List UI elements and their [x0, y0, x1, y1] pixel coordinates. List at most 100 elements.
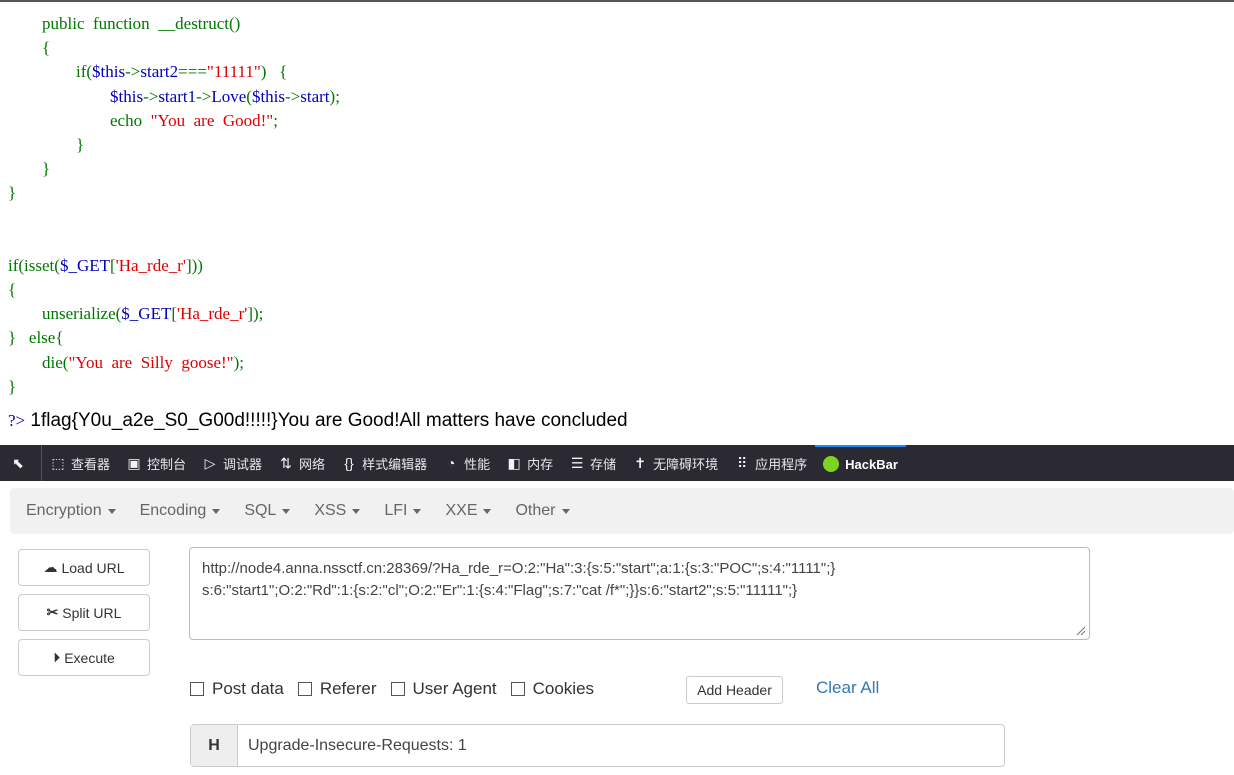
debugger-icon: ▷: [204, 454, 216, 471]
option-user-agent[interactable]: User Agent: [390, 679, 497, 699]
cloud-download-icon: ☁: [43, 559, 58, 575]
tab-label: 样式编辑器: [362, 456, 428, 472]
tab-label: 性能: [464, 456, 491, 472]
code-token: if(: [8, 62, 93, 82]
tab-memory[interactable]: ◧ 内存: [498, 445, 561, 481]
option-label: Post data: [212, 679, 284, 698]
code-token: $_GET: [59, 255, 110, 275]
tab-inspector[interactable]: ⬚ 查看器: [42, 445, 118, 481]
option-label: Cookies: [532, 679, 595, 698]
tab-label: 存储: [590, 456, 617, 472]
resize-handle-icon[interactable]: [1074, 624, 1086, 636]
php-close-tag: ?>: [8, 411, 26, 430]
menu-sql[interactable]: SQL: [236, 502, 298, 520]
code-token: die(: [8, 352, 69, 372]
menu-label: Encryption: [26, 502, 102, 519]
element-picker-button[interactable]: ⬉: [0, 445, 42, 481]
tab-label: 内存: [527, 456, 554, 472]
code-token: {: [8, 38, 51, 58]
execute-button[interactable]: ⏵ Execute: [18, 639, 150, 676]
caret-down-icon: [413, 508, 422, 514]
code-token: $this: [92, 62, 126, 82]
code-token: "You are Good!": [150, 110, 274, 130]
code-token: );: [233, 352, 244, 372]
tab-hackbar-label: HackBar: [845, 456, 898, 472]
request-options: Post data Referer User Agent Cookies: [190, 678, 608, 700]
load-url-button[interactable]: ☁ Load URL: [18, 549, 150, 586]
accessibility-icon: ✝: [634, 454, 646, 471]
option-cookies[interactable]: Cookies: [510, 679, 595, 699]
code-token: ]);: [247, 304, 264, 324]
tab-label: 调试器: [223, 456, 263, 472]
tab-application[interactable]: ⠿ 应用程序: [726, 445, 815, 481]
code-token: ===: [178, 62, 207, 82]
menu-other[interactable]: Other: [507, 502, 577, 520]
tab-console[interactable]: ▣ 控制台: [118, 445, 194, 481]
caret-down-icon: [352, 508, 361, 514]
caret-down-icon: [483, 508, 492, 514]
code-line: if(isset($_GET['Ha_rde_r'])): [8, 254, 340, 278]
code-token: $this: [251, 86, 286, 106]
code-token: ])): [185, 255, 203, 275]
menu-encryption[interactable]: Encryption: [18, 502, 124, 520]
checkbox[interactable]: [297, 682, 312, 696]
code-token: ->: [285, 86, 301, 106]
tab-hackbar[interactable]: HackBar: [815, 445, 906, 481]
code-token: }: [8, 183, 17, 203]
menu-label: Other: [515, 502, 556, 519]
tab-debugger[interactable]: ▷ 调试器: [194, 445, 270, 481]
menu-encoding[interactable]: Encoding: [132, 502, 229, 520]
checkbox[interactable]: [190, 682, 204, 696]
option-post-data[interactable]: Post data: [190, 679, 284, 699]
option-label: Referer: [319, 679, 377, 698]
code-token: );: [329, 86, 340, 106]
url-textarea[interactable]: http://node4.anna.nssctf.cn:28369/?Ha_rd…: [189, 547, 1090, 640]
top-border: [0, 0, 1234, 2]
tab-style-editor[interactable]: {} 样式编辑器: [333, 445, 435, 481]
caret-down-icon: [282, 508, 291, 514]
console-icon: ▣: [127, 454, 141, 471]
menu-xxe[interactable]: XXE: [437, 502, 499, 520]
output-text: 1flag{Y0u_a2e_S0_G00d!!!!!}You are Good!…: [25, 410, 628, 431]
hackbar-icon: [823, 456, 840, 472]
option-referer[interactable]: Referer: [297, 679, 377, 699]
menu-label: LFI: [384, 502, 408, 519]
code-line: {: [8, 36, 340, 60]
page-output: ?> 1flag{Y0u_a2e_S0_G00d!!!!!}You are Go…: [8, 410, 628, 432]
menu-lfi[interactable]: LFI: [376, 502, 429, 520]
header-value-input[interactable]: Upgrade-Insecure-Requests: 1: [238, 737, 467, 755]
code-token: if(isset(: [8, 255, 60, 275]
tab-label: 查看器: [71, 456, 111, 472]
code-token: $_GET: [121, 304, 172, 324]
code-token: public function __destruct(): [8, 14, 241, 33]
menu-xss[interactable]: XSS: [306, 502, 368, 520]
code-line: if($this->start2==="11111") {: [8, 60, 340, 84]
tab-label: 无障碍环境: [653, 456, 719, 472]
code-line: } else{: [8, 326, 340, 350]
performance-icon: ◔: [446, 455, 456, 471]
menu-label: XSS: [314, 502, 347, 519]
code-token: }: [8, 376, 17, 396]
clear-all-link[interactable]: Clear All: [816, 678, 879, 698]
add-header-button[interactable]: Add Header: [686, 676, 783, 704]
code-token: start1: [158, 86, 197, 106]
tab-storage[interactable]: ☰ 存储: [561, 445, 624, 481]
code-token: {: [8, 280, 17, 300]
hackbar-menubar: Encryption Encoding SQL XSS LFI XXE Other: [0, 481, 1234, 539]
code-line: }: [8, 133, 340, 157]
caret-down-icon: [561, 508, 570, 514]
menu-label: Encoding: [139, 502, 207, 519]
checkbox[interactable]: [390, 682, 405, 696]
tab-accessibility[interactable]: ✝ 无障碍环境: [624, 445, 726, 481]
code-token: }: [8, 159, 51, 179]
url-line-1: http://node4.anna.nssctf.cn:28369/?Ha_rd…: [202, 560, 836, 577]
checkbox[interactable]: [510, 682, 525, 696]
code-token: echo: [8, 110, 151, 130]
code-line: }: [8, 375, 340, 399]
code-token: ) {: [260, 62, 288, 82]
code-token: Love: [211, 86, 247, 106]
split-url-button[interactable]: ✂ Split URL: [18, 594, 150, 631]
tab-performance[interactable]: ◔ 性能: [435, 445, 498, 481]
tab-network[interactable]: ⇅ 网络: [270, 445, 333, 481]
